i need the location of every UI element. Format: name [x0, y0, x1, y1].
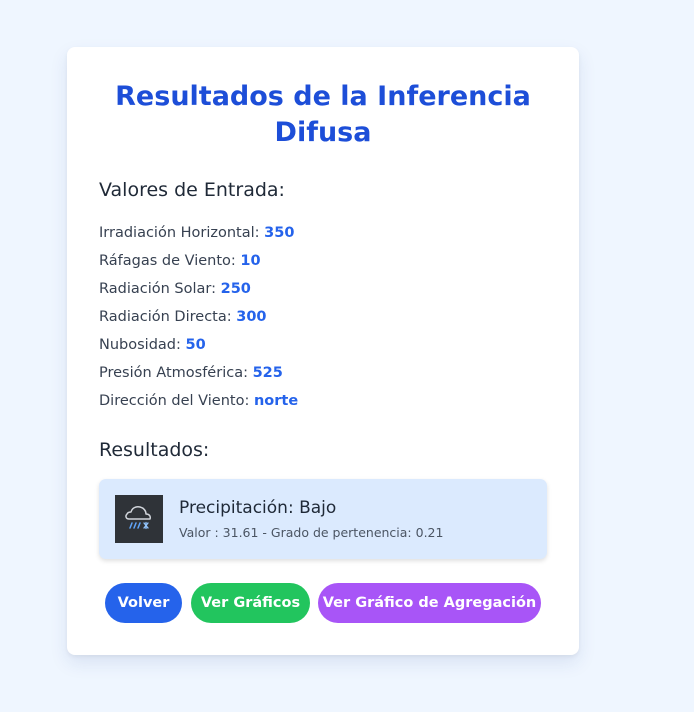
input-item-direct-radiation: Radiación Directa: 300: [99, 303, 298, 331]
input-label: Presión Atmosférica:: [99, 365, 248, 381]
view-aggregation-chart-button[interactable]: Ver Gráfico de Agregación: [318, 583, 541, 623]
input-item-wind-gusts: Ráfagas de Viento: 10: [99, 247, 298, 275]
input-value: 10: [240, 253, 261, 269]
input-label: Radiación Directa:: [99, 309, 232, 325]
precipitation-result-detail: Valor : 31.61 - Grado de pertenencia: 0.…: [179, 525, 444, 540]
input-value: 350: [264, 225, 295, 241]
results-heading: Resultados:: [99, 439, 210, 461]
results-card: Resultados de la Inferencia Difusa Valor…: [67, 47, 579, 655]
input-values-list: Irradiación Horizontal: 350 Ráfagas de V…: [99, 219, 298, 415]
input-value: norte: [253, 393, 299, 409]
input-value: 250: [220, 281, 251, 297]
input-label: Nubosidad:: [99, 337, 181, 353]
input-label: Radiación Solar:: [99, 281, 217, 297]
input-item-atmospheric-pressure: Presión Atmosférica: 525: [99, 359, 298, 387]
input-item-cloudiness: Nubosidad: 50: [99, 331, 298, 359]
precipitation-result: Precipitación: Bajo Valor : 31.61 - Grad…: [99, 479, 547, 559]
input-item-horizontal-irradiation: Irradiación Horizontal: 350: [99, 219, 298, 247]
page-title: Resultados de la Inferencia Difusa: [115, 81, 531, 148]
back-button[interactable]: Volver: [105, 583, 182, 623]
input-item-wind-direction: Dirección del Viento: norte: [99, 387, 298, 415]
view-charts-button[interactable]: Ver Gráficos: [191, 583, 310, 623]
input-value: 50: [185, 337, 206, 353]
input-value: 525: [252, 365, 283, 381]
input-label: Dirección del Viento:: [99, 393, 250, 409]
input-label: Irradiación Horizontal:: [99, 225, 260, 241]
cloud-rain-snow-icon: [115, 495, 163, 543]
input-item-solar-radiation: Radiación Solar: 250: [99, 275, 298, 303]
precipitation-result-title: Precipitación: Bajo: [179, 498, 337, 518]
input-value: 300: [236, 309, 267, 325]
input-values-heading: Valores de Entrada:: [99, 179, 285, 201]
input-label: Ráfagas de Viento:: [99, 253, 236, 269]
